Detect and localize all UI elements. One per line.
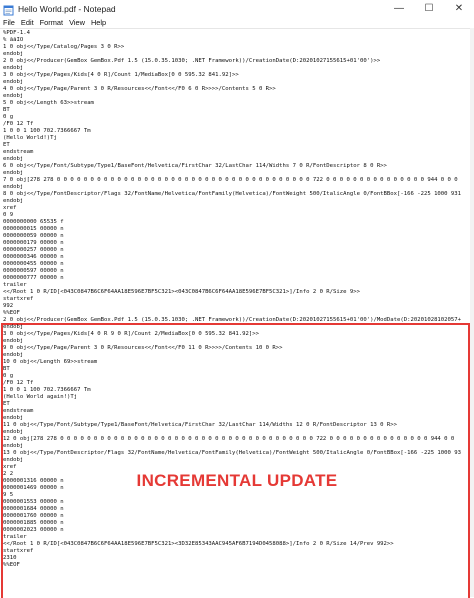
menu-format[interactable]: Format xyxy=(37,18,66,27)
code-line: 9 5 xyxy=(3,492,14,498)
code-line: endstream xyxy=(3,149,34,155)
code-line: endobj xyxy=(3,93,24,99)
code-line: endobj xyxy=(3,156,24,162)
code-line: trailer xyxy=(3,534,27,540)
code-line: 11 0 obj<</Type/Font/Subtype/Type1/BaseF… xyxy=(3,422,398,428)
code-line: 1 0 0 1 100 702.7366667 Tm xyxy=(3,387,91,393)
window-title: Hello World.pdf - Notepad xyxy=(18,3,116,14)
code-line: endobj xyxy=(3,198,24,204)
code-line: endobj xyxy=(3,457,24,463)
code-line: endobj xyxy=(3,324,24,330)
minimize-button[interactable]: — xyxy=(384,0,414,17)
code-line: endobj xyxy=(3,415,24,421)
code-line: 10 0 obj<</Length 69>>stream xyxy=(3,359,98,365)
code-line: endstream xyxy=(3,408,34,414)
code-line: <</Root 1 0 R/ID[<043C0847B6C6F64AA18E59… xyxy=(3,289,360,295)
code-line: 0000002023 00000 n xyxy=(3,527,64,533)
notepad-icon xyxy=(3,3,14,16)
code-line: startxref xyxy=(3,296,34,302)
minimize-icon: — xyxy=(394,3,404,14)
menu-edit[interactable]: Edit xyxy=(18,18,37,27)
code-line: 8 0 obj<</Type/FontDescriptor/Flags 32/F… xyxy=(3,191,462,197)
code-line: 0 9 xyxy=(3,212,14,218)
code-line: 0 g xyxy=(3,373,14,379)
vertical-scrollbar[interactable] xyxy=(470,28,474,597)
code-line: endobj xyxy=(3,352,24,358)
code-line: % âãÏÓ xyxy=(3,37,24,43)
code-line: ET xyxy=(3,142,10,148)
code-line: %PDF-1.4 xyxy=(3,30,30,36)
code-line: endobj xyxy=(3,79,24,85)
code-line: endobj xyxy=(3,65,24,71)
menu-help[interactable]: Help xyxy=(88,18,109,27)
code-line: endobj xyxy=(3,170,24,176)
code-line: %%EOF xyxy=(3,310,20,316)
code-line: BT xyxy=(3,366,10,372)
code-line: BT xyxy=(3,107,10,113)
code-line: /F0 12 Tf xyxy=(3,380,34,386)
code-line: 3 0 obj<</Type/Pages/Kids[4 0 R 9 0 R]/C… xyxy=(3,331,259,337)
code-line: 0000000455 00000 n xyxy=(3,261,64,267)
code-line: 4 0 obj<</Type/Page/Parent 3 0 R/Resourc… xyxy=(3,86,276,92)
code-line: 0000000000 65535 f xyxy=(3,219,64,225)
menu-file[interactable]: File xyxy=(0,18,18,27)
code-line: 13 0 obj<</Type/FontDescriptor/Flags 32/… xyxy=(3,450,462,456)
maximize-button[interactable]: ☐ xyxy=(414,0,444,17)
close-icon: ✕ xyxy=(454,3,464,14)
code-line: 0000000257 00000 n xyxy=(3,247,64,253)
code-line: 1 0 obj<</Type/Catalog/Pages 3 0 R>> xyxy=(3,44,125,50)
code-line: 0000001553 00000 n xyxy=(3,499,64,505)
code-line: xref xyxy=(3,205,17,211)
code-line: ET xyxy=(3,401,10,407)
menu-view[interactable]: View xyxy=(66,18,88,27)
code-line: 3 0 obj<</Type/Pages/Kids[4 0 R]/Count 1… xyxy=(3,72,239,78)
code-line: 2 0 obj<</Producer(GemBox GemBox.Pdf 1.5… xyxy=(3,317,462,323)
code-line: 0000000015 00000 n xyxy=(3,226,64,232)
code-line: 2310 xyxy=(3,555,17,561)
menu-bar: File Edit Format View Help xyxy=(0,17,474,28)
code-line: endobj xyxy=(3,443,24,449)
code-line: xref xyxy=(3,464,17,470)
code-line: startxref xyxy=(3,548,34,554)
window-controls: — ☐ ✕ xyxy=(384,0,474,17)
code-line: /F0 12 Tf xyxy=(3,121,34,127)
code-line: 992 xyxy=(3,303,14,309)
code-line: 0000000597 00000 n xyxy=(3,268,64,274)
code-line: 0 g xyxy=(3,114,14,120)
code-line: trailer xyxy=(3,282,27,288)
code-line: 0000001684 00000 n xyxy=(3,506,64,512)
code-line: 7 0 obj[278 278 0 0 0 0 0 0 0 0 0 0 0 0 … xyxy=(3,177,458,183)
code-line: endobj xyxy=(3,51,24,57)
code-line: 2 0 obj<</Producer(GemBox GemBox.Pdf 1.5… xyxy=(3,58,381,64)
code-line: 9 0 obj<</Type/Page/Parent 3 0 R/Resourc… xyxy=(3,345,283,351)
title-bar: Hello World.pdf - Notepad — ☐ ✕ xyxy=(0,0,474,17)
code-line: 0000001760 00000 n xyxy=(3,513,64,519)
code-line: (Hello World!)Tj xyxy=(3,135,57,141)
code-line: 6 0 obj<</Type/Font/Subtype/Type1/BaseFo… xyxy=(3,163,387,169)
incremental-update-label: INCREMENTAL UPDATE xyxy=(136,471,338,490)
code-line: endobj xyxy=(3,184,24,190)
code-line: endobj xyxy=(3,338,24,344)
close-button[interactable]: ✕ xyxy=(444,0,474,17)
code-line: 5 0 obj<</Length 63>>stream xyxy=(3,100,94,106)
text-editor-area[interactable]: %PDF-1.4% âãÏÓ 1 0 obj<</Type/Catalog/Pag… xyxy=(0,28,474,598)
code-line: (Hello World again!)Tj xyxy=(3,394,78,400)
code-line: 0000000059 00000 n xyxy=(3,233,64,239)
maximize-icon: ☐ xyxy=(424,3,434,14)
code-line: 0000000346 00000 n xyxy=(3,254,64,260)
code-line: %%EOF xyxy=(3,562,20,568)
code-line: endobj xyxy=(3,429,24,435)
code-line: 1 0 0 1 100 702.7366667 Tm xyxy=(3,128,91,134)
code-line: <</Root 1 0 R/ID[<043C0847B6C6F64AA18E59… xyxy=(3,541,394,547)
code-line: 0000000777 00000 n xyxy=(3,275,64,281)
code-line: 0000001885 00000 n xyxy=(3,520,64,526)
code-line: 12 0 obj[278 278 0 0 0 0 0 0 0 0 0 0 0 0… xyxy=(3,436,455,442)
code-line: 0000000179 00000 n xyxy=(3,240,64,246)
